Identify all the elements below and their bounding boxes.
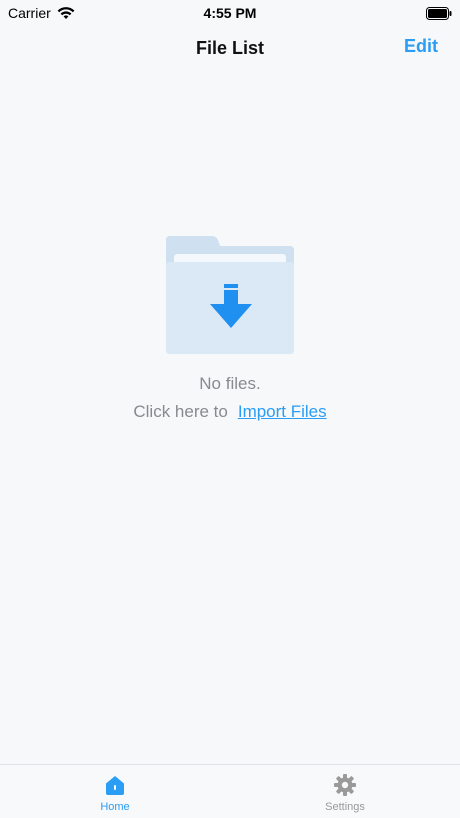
folder-download-icon	[166, 236, 294, 354]
wifi-icon	[57, 7, 75, 19]
empty-state: No files. Click here to Import Files	[0, 232, 460, 422]
page-title: File List	[195, 37, 264, 58]
gear-icon	[334, 774, 356, 796]
empty-message: No files.	[199, 374, 261, 393]
home-icon	[106, 776, 124, 795]
carrier-label: Carrier	[8, 5, 51, 21]
tab-home[interactable]: Home	[0, 765, 230, 818]
tab-label-home: Home	[100, 801, 130, 813]
battery-icon	[426, 6, 452, 20]
edit-button[interactable]: Edit	[404, 36, 438, 57]
status-left: Carrier	[8, 5, 75, 21]
tab-label-settings: Settings	[325, 801, 365, 813]
tab-settings[interactable]: Settings	[230, 765, 460, 818]
navigation-bar: File List Edit	[0, 26, 460, 70]
tab-bar: Home Settings	[0, 764, 460, 818]
status-bar: Carrier 4:55 PM	[0, 0, 460, 26]
import-prompt-text: Click here to	[133, 402, 228, 421]
import-prompt: Click here to Import Files	[133, 402, 326, 422]
import-files-link[interactable]: Import Files	[238, 402, 327, 422]
